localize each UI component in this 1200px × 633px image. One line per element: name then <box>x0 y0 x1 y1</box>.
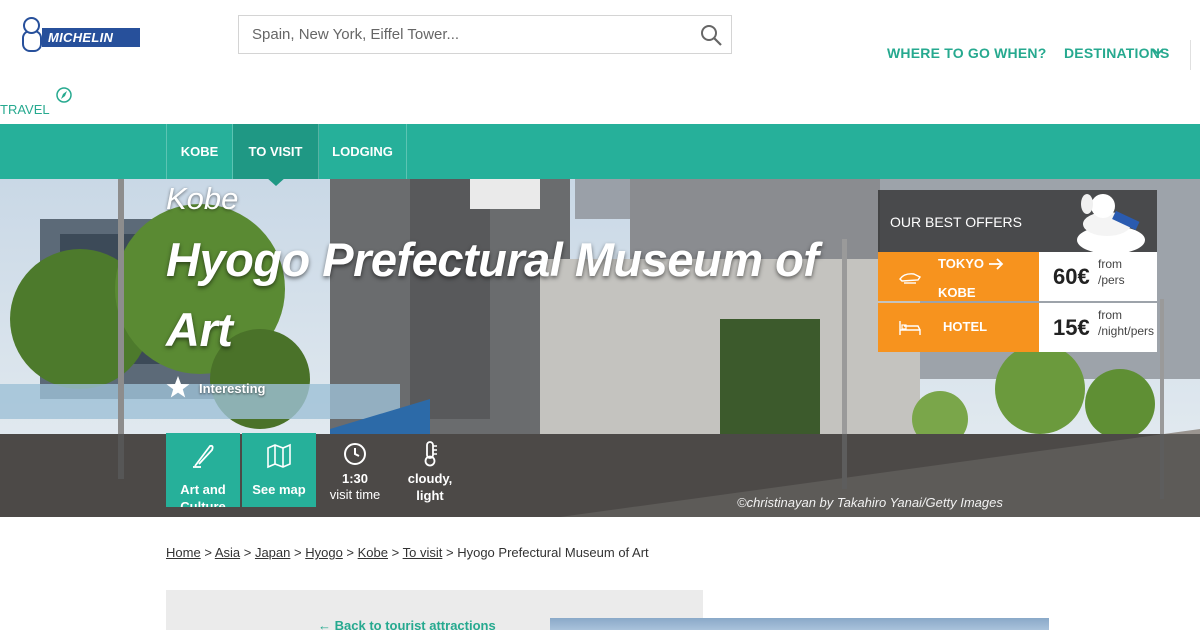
best-offers-panel: OUR BEST OFFERS TOKYO KOBE 60€ from /per… <box>878 190 1157 365</box>
photo-credit: ©christinayan by Takahiro Yanai/Getty Im… <box>737 495 1003 510</box>
search-icon[interactable] <box>699 23 723 47</box>
weather-label: light <box>416 488 444 503</box>
thermometer-icon <box>424 441 437 467</box>
offer-hotel[interactable]: HOTEL 15€ from/night/pers <box>878 303 1157 352</box>
weather-value: cloudy, <box>407 471 453 486</box>
bibendum-mascot-icon <box>1077 194 1145 254</box>
rating-label: Interesting <box>199 381 266 396</box>
nav-where-to-go-when[interactable]: WHERE TO GO WHEN? <box>887 45 1046 61</box>
offer-to-city: KOBE <box>938 285 976 300</box>
chevron-down-icon[interactable] <box>1152 47 1164 57</box>
offer-transport[interactable]: TOKYO KOBE 60€ from/pers <box>878 252 1157 301</box>
page-title: Hyogo Prefectural Museum of Art <box>166 233 819 356</box>
travel-label[interactable]: TRAVEL <box>0 102 50 117</box>
offers-title: OUR BEST OFFERS <box>890 214 1022 230</box>
offer-price: 15€ <box>1053 315 1090 340</box>
clock-icon <box>344 443 366 465</box>
offer-from-label: from/night/pers <box>1098 308 1155 338</box>
breadcrumb: Home > Asia > Japan > Hyogo > Kobe > To … <box>166 545 649 560</box>
breadcrumb-link[interactable]: Japan <box>255 545 290 560</box>
weather: cloudy, light <box>393 441 467 504</box>
breadcrumb-link[interactable]: To visit <box>403 545 443 560</box>
search-box <box>238 15 732 54</box>
category-art-and-culture-button[interactable]: Art and Culture <box>166 433 240 507</box>
search-input[interactable] <box>239 16 689 53</box>
breadcrumb-link[interactable]: Hyogo <box>305 545 343 560</box>
back-to-attractions-link[interactable]: ← Back to tourist attractions <box>318 618 496 633</box>
michelin-logo[interactable]: MICHELIN <box>22 16 140 52</box>
breadcrumb-link[interactable]: Asia <box>215 545 240 560</box>
see-map-label: See map <box>252 482 306 497</box>
offers-header: OUR BEST OFFERS <box>878 190 1157 254</box>
visit-time-value: 1:30 <box>341 471 369 486</box>
offer-price: 60€ <box>1053 264 1090 289</box>
hero-city: Kobe <box>166 181 239 216</box>
bed-icon <box>899 321 921 335</box>
tab-to-visit[interactable]: TO VISIT <box>233 124 319 179</box>
section-tabs: KOBE TO VISIT LODGING <box>0 124 1200 179</box>
arrow-right-icon <box>989 258 1004 270</box>
visit-time: 1:30 visit time <box>318 441 392 503</box>
divider <box>1190 40 1191 70</box>
map-icon <box>267 443 291 469</box>
star-icon <box>166 376 190 398</box>
category-label: Art and Culture <box>180 482 226 507</box>
offer-from-city: TOKYO <box>938 256 984 271</box>
quill-icon <box>193 444 214 468</box>
offer-hotel-label: HOTEL <box>943 319 988 334</box>
see-map-button[interactable]: See map <box>242 433 316 507</box>
logo-wordmark: MICHELIN <box>42 28 140 47</box>
bibendum-logo-icon <box>22 16 44 52</box>
hero-banner: Kobe Hyogo Prefectural Museum of Art Int… <box>0 179 1200 517</box>
compass-icon <box>56 87 72 103</box>
breadcrumb-link[interactable]: Home <box>166 545 201 560</box>
tab-kobe[interactable]: KOBE <box>166 124 233 179</box>
visit-time-label: visit time <box>329 487 381 502</box>
train-icon <box>899 273 922 284</box>
offer-from-label: from/pers <box>1098 257 1125 287</box>
tab-lodging[interactable]: LODGING <box>319 124 407 179</box>
active-tab-pointer <box>266 177 286 186</box>
attraction-image <box>550 618 1049 630</box>
site-header: MICHELIN TRAVEL WHERE TO GO WHEN? DESTIN… <box>0 0 1200 124</box>
breadcrumb-current: Hyogo Prefectural Museum of Art <box>457 545 649 560</box>
breadcrumb-link[interactable]: Kobe <box>358 545 388 560</box>
